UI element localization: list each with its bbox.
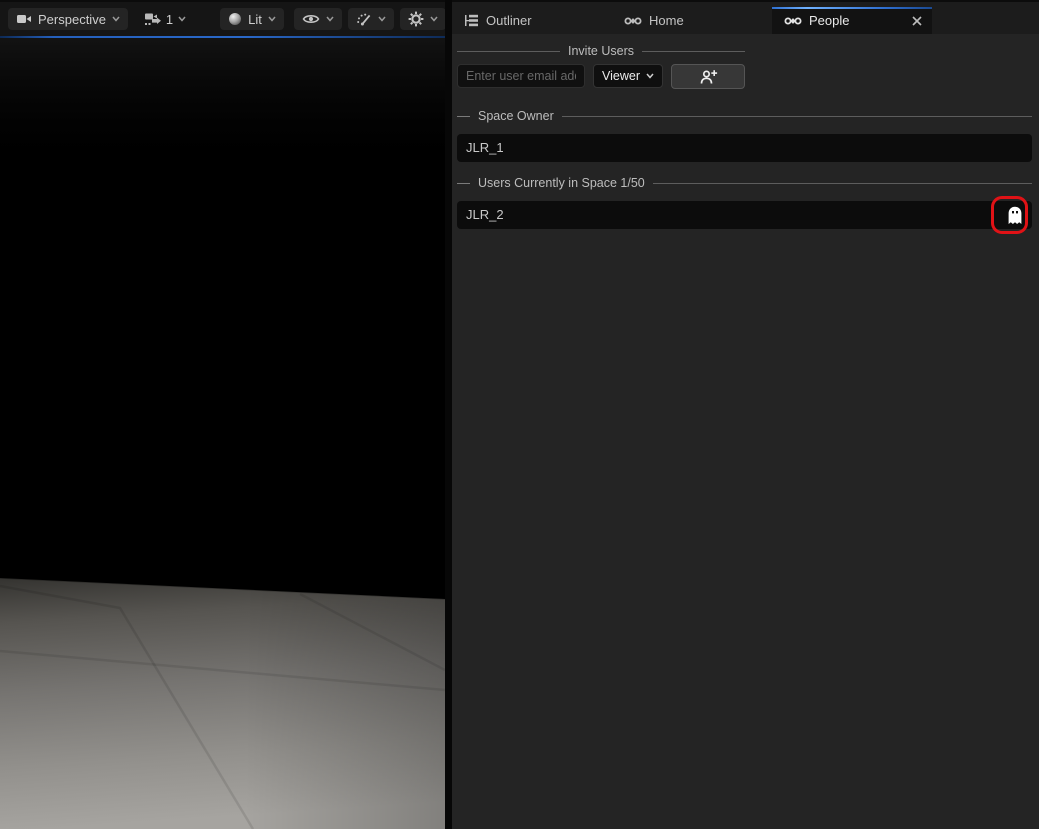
divider-line: [642, 51, 745, 52]
panel-tab-bar: Outliner Home People: [452, 0, 1039, 34]
tab-people[interactable]: People: [772, 7, 932, 34]
camera-speed-dropdown[interactable]: 1: [138, 8, 192, 30]
user-row: JLR_2: [457, 201, 1032, 229]
chevron-down-icon: [646, 73, 654, 79]
owner-row: JLR_1: [457, 134, 1032, 162]
divider-line: [562, 116, 1032, 117]
close-tab-button[interactable]: [912, 16, 922, 26]
view-mode-dropdown[interactable]: Lit: [220, 8, 284, 30]
show-flags-dropdown[interactable]: [294, 8, 342, 30]
link-icon: [624, 15, 642, 27]
viewport-settings-dropdown[interactable]: [400, 8, 446, 30]
users-section-title: Users Currently in Space 1/50: [478, 176, 645, 190]
tab-home[interactable]: Home: [612, 7, 772, 34]
perspective-label: Perspective: [38, 12, 106, 27]
chevron-down-icon: [178, 16, 186, 22]
view-mode-label: Lit: [248, 12, 262, 27]
tab-outliner[interactable]: Outliner: [452, 7, 612, 34]
owner-name: JLR_1: [466, 140, 504, 155]
gauge-icon: [356, 12, 372, 27]
chevron-down-icon: [430, 16, 438, 22]
link-icon: [784, 15, 802, 27]
chevron-down-icon: [268, 16, 276, 22]
user-name: JLR_2: [466, 207, 504, 222]
viewport-canvas[interactable]: [0, 38, 445, 829]
camera-speed-icon: [144, 12, 161, 27]
3d-viewport[interactable]: Perspective 1: [0, 0, 445, 829]
camera-icon: [16, 12, 32, 26]
chevron-down-icon: [378, 16, 386, 22]
viewport-toolbar: Perspective 1: [0, 0, 445, 36]
ghost-icon: [1007, 206, 1023, 225]
tab-label: People: [809, 13, 849, 28]
close-icon: [912, 16, 922, 26]
invite-users-section-header: Invite Users: [457, 43, 745, 59]
perspective-dropdown[interactable]: Perspective: [8, 8, 128, 30]
ghost-mode-button[interactable]: [1004, 204, 1026, 226]
invite-user-button[interactable]: [671, 64, 745, 89]
viewport-focus-accent: [0, 36, 445, 38]
divider-dash: [457, 183, 470, 184]
invite-users-title: Invite Users: [568, 44, 634, 58]
eye-icon: [302, 13, 320, 25]
app-window: Perspective 1: [0, 0, 1039, 829]
tab-label: Home: [649, 13, 684, 28]
chevron-down-icon: [326, 16, 334, 22]
tab-label: Outliner: [486, 13, 532, 28]
chevron-down-icon: [112, 16, 120, 22]
camera-speed-value: 1: [166, 12, 173, 27]
screen-effects-dropdown[interactable]: [348, 8, 394, 30]
lit-sphere-icon: [228, 12, 242, 26]
person-plus-icon: [699, 69, 718, 85]
space-owner-title: Space Owner: [478, 109, 554, 123]
divider-line: [457, 51, 560, 52]
space-owner-section-header: Space Owner: [457, 108, 1032, 124]
gear-icon: [408, 11, 424, 27]
invite-controls: Viewer: [457, 64, 745, 88]
users-section-header: Users Currently in Space 1/50: [457, 175, 1032, 191]
divider-dash: [457, 116, 470, 117]
divider-line: [653, 183, 1032, 184]
side-panel: Outliner Home People: [452, 0, 1039, 829]
outliner-icon: [464, 14, 479, 27]
invite-role-select[interactable]: Viewer: [593, 64, 663, 88]
panel-divider[interactable]: [445, 0, 452, 829]
role-value: Viewer: [602, 69, 640, 83]
invite-email-input[interactable]: [457, 64, 585, 88]
